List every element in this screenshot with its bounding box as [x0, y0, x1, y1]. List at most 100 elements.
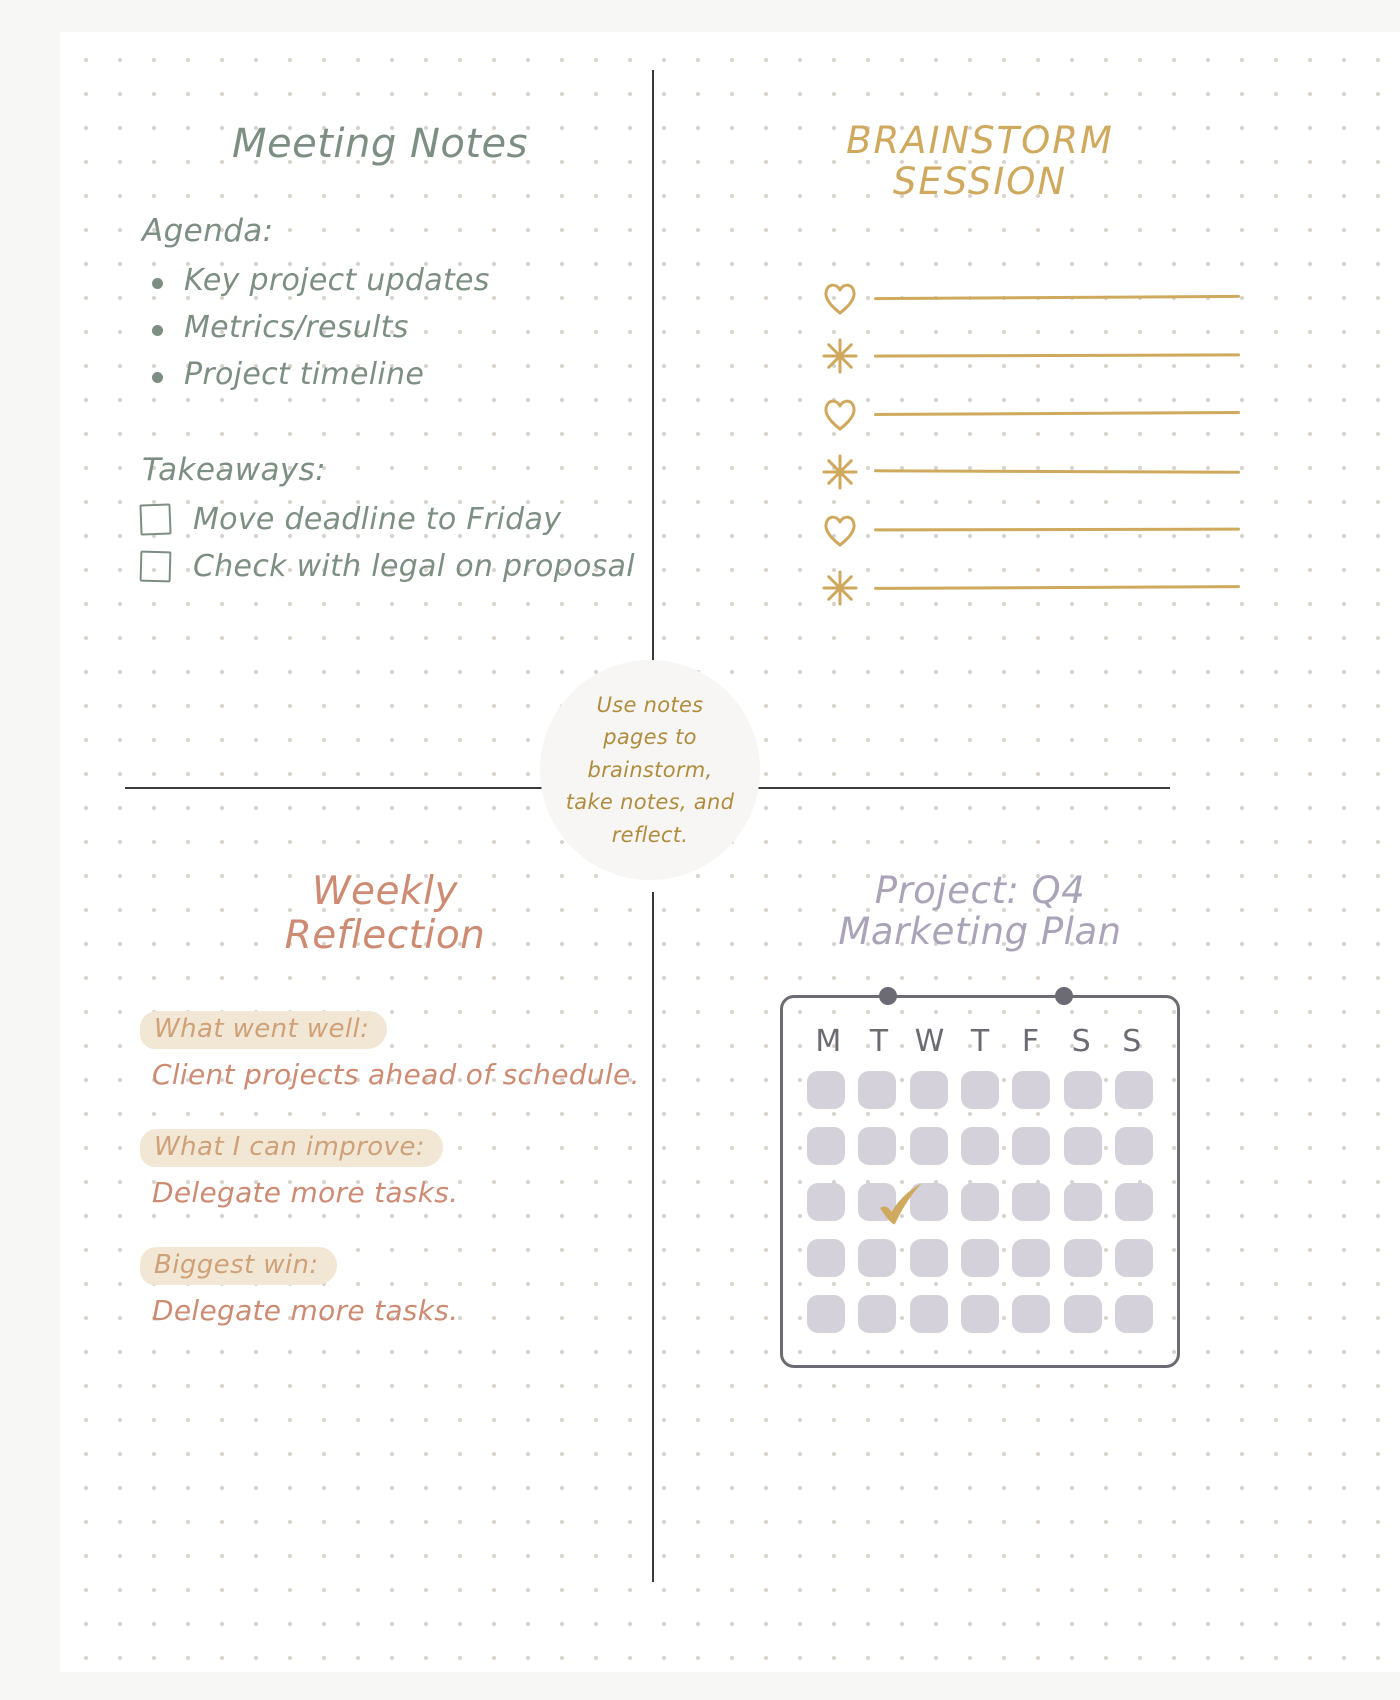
calendar-cell[interactable] [1063, 1070, 1102, 1109]
bullet-dot-icon [152, 371, 163, 383]
calendar-cell[interactable] [806, 1238, 845, 1277]
reflection-value[interactable]: Client projects ahead of schedule. [152, 1058, 650, 1091]
calendar-cell[interactable] [909, 1238, 948, 1277]
takeaway-item-label: Move deadline to Friday [193, 501, 562, 537]
bullet-dot-icon [152, 324, 163, 336]
calendar-cell[interactable] [909, 1070, 948, 1109]
calendar-cell[interactable] [1012, 1238, 1051, 1277]
calendar-cell[interactable] [858, 1126, 897, 1165]
reflection-block: What went well: Client projects ahead of… [140, 1011, 650, 1091]
calendar-day-label: F [1021, 1023, 1040, 1059]
binder-ring-icon [879, 986, 897, 1005]
sparkle-icon [822, 338, 858, 374]
reflection-block: Biggest win: Delegate more tasks. [140, 1247, 650, 1327]
calendar-cell[interactable] [858, 1294, 897, 1333]
brainstorm-write-line[interactable] [873, 585, 1241, 591]
calendar-cell[interactable] [1115, 1126, 1154, 1165]
binder-ring-icon [1055, 986, 1073, 1005]
calendar-cell[interactable] [1115, 1294, 1154, 1333]
brainstorm-row[interactable] [820, 327, 1241, 385]
reflection-value[interactable]: Delegate more tasks. [152, 1176, 650, 1209]
brainstorm-row[interactable] [820, 385, 1241, 443]
calendar-cell[interactable] [1115, 1182, 1154, 1221]
calendar-cell[interactable] [1012, 1182, 1051, 1221]
calendar-cell[interactable] [960, 1294, 999, 1333]
agenda-item-label: Key project updates [184, 262, 490, 298]
brainstorm-row[interactable] [820, 501, 1241, 559]
heart-icon [824, 399, 856, 431]
calendar-cell[interactable] [1012, 1070, 1051, 1109]
brainstorm-row[interactable] [820, 559, 1241, 617]
brainstorm-write-line[interactable] [873, 411, 1241, 417]
reflection-value[interactable]: Delegate more tasks. [152, 1294, 650, 1327]
calendar-cell[interactable] [806, 1182, 845, 1221]
section-project: Project: Q4 Marketing Plan M T W T F S S [720, 870, 1240, 1368]
calendar-cell[interactable] [1063, 1238, 1102, 1277]
calendar-cell[interactable] [858, 1238, 897, 1277]
reflection-label: What I can improve: [154, 1132, 425, 1163]
calendar-cell[interactable] [1012, 1126, 1051, 1165]
center-tip-text: Use notes pages to brainstorm, take note… [565, 692, 735, 847]
agenda-item-label: Project timeline [184, 356, 425, 392]
checkbox-icon[interactable] [139, 550, 172, 583]
calendar-cell[interactable] [806, 1070, 845, 1109]
divider-vertical-bottom [652, 892, 654, 1582]
reflection-label: What went well: [154, 1014, 370, 1045]
agenda-list: Key project updates Metrics/results Proj… [120, 263, 640, 392]
calendar-cell[interactable] [806, 1126, 845, 1165]
section-brainstorm: BRAINSTORM SESSION [720, 119, 1241, 617]
calendar-cell[interactable] [858, 1182, 897, 1221]
reflection-label-highlight: Biggest win: [140, 1247, 337, 1286]
calendar-cell[interactable] [909, 1182, 948, 1221]
takeaway-item[interactable]: Check with legal on proposal [139, 548, 640, 584]
agenda-item-label: Metrics/results [184, 309, 409, 345]
calendar-cell[interactable] [1115, 1238, 1154, 1277]
brainstorm-line-list [820, 269, 1241, 617]
takeaways-list: Move deadline to Friday Check with legal… [120, 502, 640, 584]
brainstorm-write-line[interactable] [873, 469, 1241, 475]
agenda-item: Project timeline [152, 356, 640, 392]
planner-page-sheet: Meeting Notes Agenda: Key project update… [60, 32, 1400, 1672]
calendar-cell[interactable] [960, 1182, 999, 1221]
calendar-cell[interactable] [960, 1238, 999, 1277]
calendar-cell[interactable] [1063, 1126, 1102, 1165]
brainstorm-title: BRAINSTORM SESSION [846, 119, 1114, 204]
reflection-label-highlight: What I can improve: [140, 1129, 443, 1168]
brainstorm-write-line[interactable] [873, 527, 1241, 532]
calendar-day-label: T [970, 1023, 990, 1059]
checkbox-icon[interactable] [139, 503, 172, 536]
divider-horizontal-right [720, 787, 1170, 789]
calendar-widget: M T W T F S S [780, 986, 1180, 1368]
calendar-day-label: M [815, 1023, 842, 1059]
takeaway-item[interactable]: Move deadline to Friday [139, 501, 640, 537]
calendar-cell[interactable] [909, 1126, 948, 1165]
brainstorm-write-line[interactable] [873, 295, 1241, 301]
calendar-cell[interactable] [1115, 1070, 1154, 1109]
section-weekly-reflection: Weekly Reflection What went well: Client … [120, 870, 650, 1365]
brainstorm-row[interactable] [820, 269, 1241, 327]
calendar-day-label: W [914, 1023, 945, 1059]
calendar-cell[interactable] [1012, 1294, 1051, 1333]
takeaway-item-label: Check with legal on proposal [193, 548, 635, 584]
weekly-reflection-title: Weekly Reflection [284, 869, 486, 958]
center-tip-badge: Use notes pages to brainstorm, take note… [540, 660, 760, 880]
calendar-cell[interactable] [909, 1294, 948, 1333]
brainstorm-write-line[interactable] [873, 353, 1241, 358]
reflection-label-highlight: What went well: [140, 1011, 388, 1050]
calendar-cell[interactable] [1063, 1294, 1102, 1333]
section-meeting-notes: Meeting Notes Agenda: Key project update… [120, 122, 640, 596]
project-title: Project: Q4 Marketing Plan [838, 869, 1122, 954]
sparkle-icon [822, 454, 858, 490]
brainstorm-row[interactable] [820, 443, 1241, 501]
calendar-cell[interactable] [960, 1070, 999, 1109]
calendar-day-label: T [869, 1023, 889, 1059]
calendar-cell[interactable] [960, 1126, 999, 1165]
calendar-cell[interactable] [1063, 1182, 1102, 1221]
heart-icon [824, 283, 856, 315]
heart-icon [824, 515, 856, 547]
divider-vertical-top [652, 70, 654, 710]
sparkle-icon [822, 570, 858, 606]
calendar-cell[interactable] [806, 1294, 845, 1333]
bullet-dot-icon [152, 277, 163, 289]
calendar-cell[interactable] [858, 1070, 897, 1109]
